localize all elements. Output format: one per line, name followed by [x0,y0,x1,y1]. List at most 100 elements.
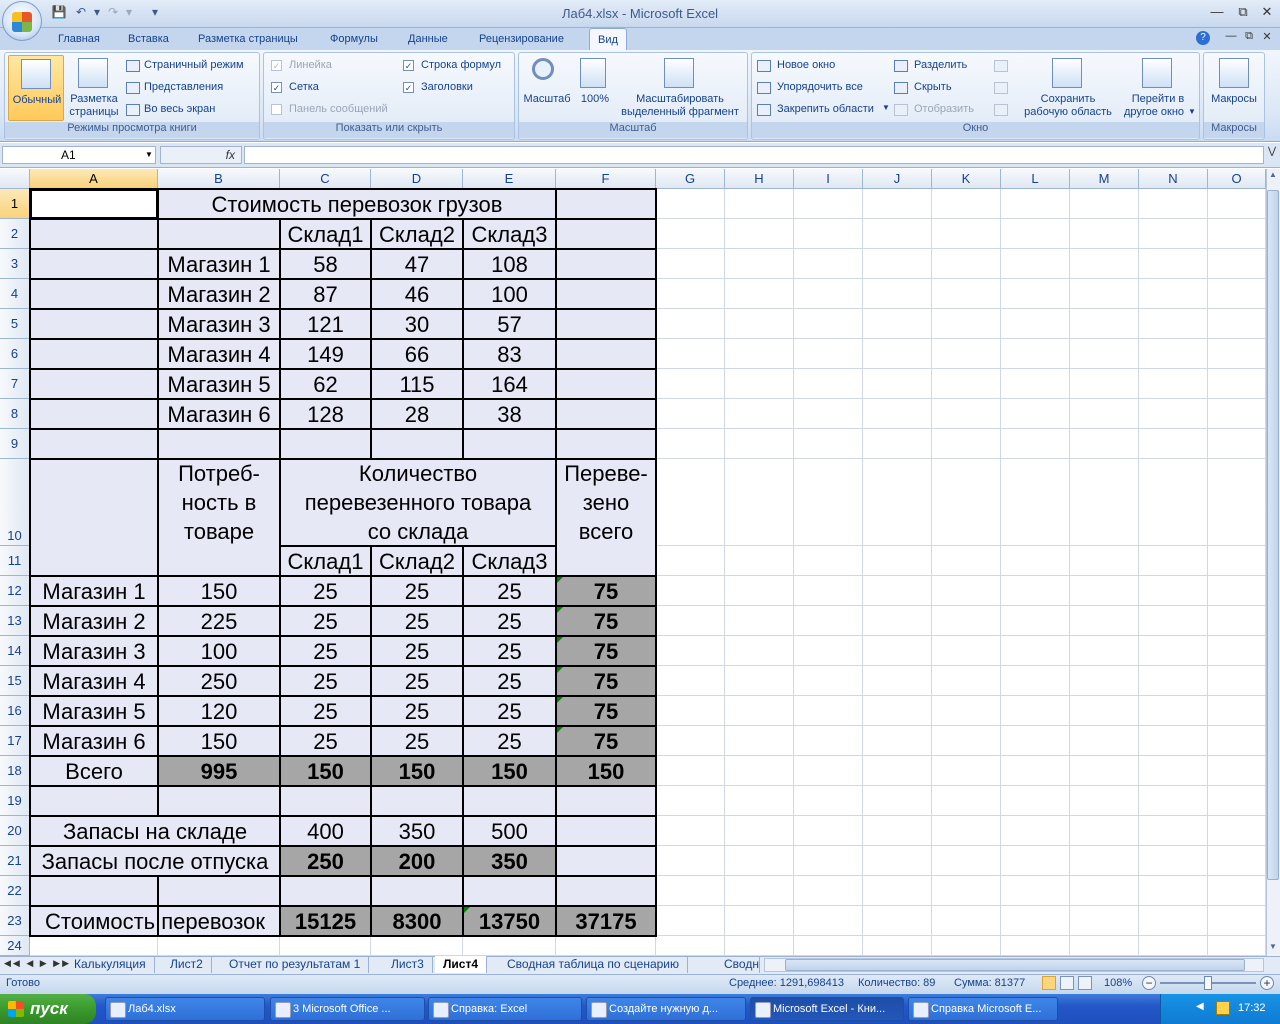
selected-cell-a1[interactable] [30,189,158,219]
hide-button[interactable]: Скрыть [894,80,984,96]
column-header-n[interactable]: N [1139,169,1208,189]
table1-value[interactable]: 47 [371,249,463,279]
sheet-tab-4[interactable]: Лист3 [383,956,433,973]
grand-total[interactable]: 150 [556,756,656,786]
column-header-m[interactable]: M [1070,169,1139,189]
table2-value[interactable]: 25 [463,666,556,696]
zoom-button[interactable]: Масштаб [522,55,572,119]
column-header-g[interactable]: G [656,169,725,189]
tray-arrow-icon[interactable]: ◀ [1196,1001,1206,1015]
need-header[interactable]: Потреб-ность в товаре [158,459,280,546]
table2-store-name[interactable]: Магазин 3 [30,636,158,666]
column-header-l[interactable]: L [1001,169,1070,189]
table1-store-name[interactable]: Магазин 1 [158,249,280,279]
table1-value[interactable]: 115 [371,369,463,399]
row-header-9[interactable]: 9 [0,429,30,459]
row-header-13[interactable]: 13 [0,606,30,636]
table2-value[interactable]: 25 [371,636,463,666]
cost-total[interactable]: 37175 [556,906,656,936]
table2-value[interactable]: 25 [280,666,371,696]
taskbar-item-3[interactable]: Справка: Excel [428,997,582,1021]
table1-title[interactable]: Стоимость перевозок грузов [158,189,556,219]
column-header-b[interactable]: B [158,169,280,189]
horizontal-scroll-thumb[interactable] [785,959,1245,971]
taskbar-item-6[interactable]: Справка Microsoft E... [908,997,1058,1021]
synchronous-scrolling-icon[interactable] [994,82,1008,94]
row-header-5[interactable]: 5 [0,309,30,339]
table2-value[interactable]: 25 [463,696,556,726]
table1-value[interactable]: 121 [280,309,371,339]
stock-value[interactable]: 350 [371,816,463,846]
row-header-23[interactable]: 23 [0,906,30,936]
expand-formula-bar-icon[interactable]: ⋁ [1266,146,1278,164]
row-header-12[interactable]: 12 [0,576,30,606]
row-header-19[interactable]: 19 [0,786,30,816]
row-header-7[interactable]: 7 [0,369,30,399]
close-icon[interactable]: ✕ [1256,4,1278,22]
table1-value[interactable]: 30 [371,309,463,339]
table1-value[interactable]: 57 [463,309,556,339]
save-workspace-button[interactable]: Сохранить рабочую область [1020,55,1116,119]
formula-input[interactable] [244,146,1264,164]
arrange-all-button[interactable]: Упорядочить все [757,80,887,96]
switch-windows-button[interactable]: Перейти в другое окно ▼ [1118,55,1198,119]
taskbar-item-1[interactable]: Лаб4.xlsx [105,997,265,1021]
table2-value[interactable]: 25 [371,666,463,696]
row-header-20[interactable]: 20 [0,816,30,846]
select-all-corner[interactable] [0,169,30,189]
table2-value[interactable]: 25 [463,576,556,606]
table1-value[interactable]: 58 [280,249,371,279]
unhide-button[interactable]: Отобразить [894,102,984,118]
message-bar-checkbox[interactable] [271,104,282,115]
row-header-18[interactable]: 18 [0,756,30,786]
table2-store-name[interactable]: Магазин 5 [30,696,158,726]
row-header-11[interactable]: 11 [0,546,30,576]
after-value[interactable]: 250 [280,846,371,876]
tab-view[interactable]: Вид [589,28,627,50]
column-header-f[interactable]: F [556,169,656,189]
stock-label[interactable]: Запасы на складе [30,816,280,846]
page-layout-view-button[interactable]: Разметка страницы [66,55,122,121]
after-value[interactable]: 200 [371,846,463,876]
table2-need[interactable]: 150 [158,726,280,756]
sheet-nav-icons[interactable]: ◀◀ ◀ ▶ ▶▶ [4,958,71,969]
office-button[interactable] [2,1,42,41]
table1-store-name[interactable]: Магазин 3 [158,309,280,339]
total-row-label[interactable]: Всего [30,756,158,786]
gridlines-checkbox[interactable]: ✓ [271,82,282,93]
table2-value[interactable]: 25 [280,636,371,666]
help-icon[interactable]: ? [1196,31,1210,45]
view-side-by-side-icon[interactable] [994,60,1008,72]
start-button[interactable]: пуск [0,994,96,1024]
zoom-level[interactable]: 108% [1104,977,1132,989]
tab-review[interactable]: Рецензирование [471,31,572,50]
column-header-k[interactable]: K [932,169,1001,189]
total-value[interactable]: 150 [371,756,463,786]
tab-insert[interactable]: Вставка [120,31,177,50]
total-header[interactable]: Переве-зено всего [556,459,656,546]
table1-value[interactable]: 164 [463,369,556,399]
taskbar-item-2[interactable]: 3 Microsoft Office ... [270,997,425,1021]
table2-need[interactable]: 225 [158,606,280,636]
table2-value[interactable]: 25 [280,696,371,726]
sheet-tab-5[interactable]: Лист4 [435,956,488,973]
table1-value[interactable]: 87 [280,279,371,309]
table2-sub-header[interactable]: Склад3 [463,546,556,576]
table2-value[interactable]: 25 [280,726,371,756]
table2-row-total[interactable]: 75 [556,636,656,666]
column-header-h[interactable]: H [725,169,794,189]
tab-page-layout[interactable]: Разметка страницы [190,31,306,50]
macros-button[interactable]: Макросы [1206,55,1262,119]
page-break-preview-button[interactable]: Страничный режим [126,58,256,74]
row-header-14[interactable]: 14 [0,636,30,666]
table1-header[interactable]: Склад1 [280,219,371,249]
tab-home[interactable]: Главная [50,31,108,50]
new-window-button[interactable]: Новое окно [757,58,887,74]
table1-store-name[interactable]: Магазин 4 [158,339,280,369]
column-header-o[interactable]: O [1208,169,1266,189]
normal-view-status-icon[interactable] [1042,976,1056,990]
table1-store-name[interactable]: Магазин 2 [158,279,280,309]
page-layout-status-icon[interactable] [1060,976,1074,990]
tray-app-icon[interactable] [1216,1001,1230,1015]
zoom-slider-thumb[interactable] [1204,976,1212,990]
